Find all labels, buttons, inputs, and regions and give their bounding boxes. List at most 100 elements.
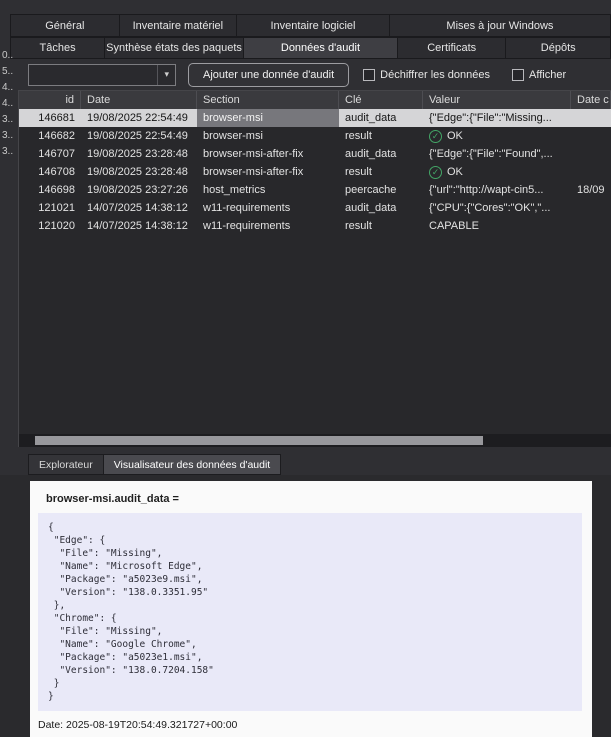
cell-date-creation: [571, 109, 611, 127]
tab-mises-a-jour-windows[interactable]: Mises à jour Windows: [390, 14, 611, 37]
grid-empty-area: [19, 235, 611, 434]
audit-filter-combobox[interactable]: ▾: [28, 64, 176, 86]
cell-date-creation: 18/09: [571, 181, 611, 199]
cell-valeur: {"url":"http://wapt-cin5...: [423, 181, 571, 199]
cell-date: 19/08/2025 23:28:48: [81, 145, 197, 163]
ok-label: OK: [447, 130, 463, 142]
tab-donnees-audit[interactable]: Données d'audit: [244, 37, 398, 59]
cell-cle: audit_data: [339, 199, 423, 217]
grid-header-row: id Date Section Clé Valeur Date c: [19, 91, 611, 109]
table-row[interactable]: 146682 19/08/2025 22:54:49 browser-msi r…: [19, 127, 611, 145]
tab-synthese-etats-paquets[interactable]: Synthèse états des paquets: [105, 37, 244, 59]
tab-depots[interactable]: Dépôts: [506, 37, 611, 59]
cell-cle: result: [339, 217, 423, 235]
viewer-content: browser-msi.audit_data = { "Edge": { "Fi…: [30, 481, 592, 737]
horizontal-scrollbar-thumb[interactable]: [35, 436, 483, 445]
bottom-tab-bar: Explorateur Visualisateur des données d'…: [0, 454, 611, 475]
checkbox-box[interactable]: [363, 69, 375, 81]
cell-cle: audit_data: [339, 145, 423, 163]
cell-cle: result: [339, 127, 423, 145]
afficher-label: Afficher: [529, 69, 566, 81]
audit-toolbar: ▾ Ajouter une donnée d'audit Déchiffrer …: [0, 59, 611, 90]
cell-id: 121021: [19, 199, 81, 217]
cell-section: w11-requirements: [197, 199, 339, 217]
left-panel-cutoff-strip: 0.. 5.. 4.. 4.. 3.. 3.. 3..: [0, 48, 17, 160]
tab-visualisateur-donnees-audit[interactable]: Visualisateur des données d'audit: [104, 454, 282, 475]
cell-section: browser-msi-after-fix: [197, 163, 339, 181]
cell-id: 146681: [19, 109, 81, 127]
cell-date: 19/08/2025 23:27:26: [81, 181, 197, 199]
cell-date: 19/08/2025 22:54:49: [81, 109, 197, 127]
cell-section: host_metrics: [197, 181, 339, 199]
decrypt-data-checkbox[interactable]: Déchiffrer les données: [363, 69, 490, 81]
cell-id: 146682: [19, 127, 81, 145]
cell-cle: peercache: [339, 181, 423, 199]
cell-date: 14/07/2025 14:38:12: [81, 217, 197, 235]
cell-valeur: {"Edge":{"File":"Found",...: [423, 145, 571, 163]
cell-section: w11-requirements: [197, 217, 339, 235]
tab-inventaire-logiciel[interactable]: Inventaire logiciel: [237, 14, 390, 37]
left-panel-cell-fragment: 3..: [0, 144, 17, 160]
cell-id: 146698: [19, 181, 81, 199]
audit-data-viewer-panel: browser-msi.audit_data = { "Edge": { "Fi…: [0, 475, 611, 737]
tab-bar-row-1: Général Inventaire matériel Inventaire l…: [0, 14, 611, 37]
ok-check-icon: ✓: [429, 130, 442, 143]
horizontal-scrollbar[interactable]: [19, 434, 611, 447]
tab-certificats[interactable]: Certificats: [398, 37, 506, 59]
table-row[interactable]: 121020 14/07/2025 14:38:12 w11-requireme…: [19, 217, 611, 235]
column-header-cle[interactable]: Clé: [339, 91, 423, 109]
window-top-spacer: [0, 0, 611, 14]
ok-label: OK: [447, 166, 463, 178]
add-audit-data-button[interactable]: Ajouter une donnée d'audit: [188, 63, 349, 87]
cell-valeur: CAPABLE: [423, 217, 571, 235]
cell-id: 146708: [19, 163, 81, 181]
table-row[interactable]: 146707 19/08/2025 23:28:48 browser-msi-a…: [19, 145, 611, 163]
table-row[interactable]: 146698 19/08/2025 23:27:26 host_metrics …: [19, 181, 611, 199]
cell-cle: audit_data: [339, 109, 423, 127]
cell-date-creation: [571, 217, 611, 235]
tab-inventaire-materiel[interactable]: Inventaire matériel: [120, 14, 237, 37]
afficher-checkbox[interactable]: Afficher: [512, 69, 566, 81]
tab-taches[interactable]: Tâches: [10, 37, 105, 59]
cell-date: 19/08/2025 22:54:49: [81, 127, 197, 145]
column-header-id[interactable]: id: [19, 91, 81, 109]
column-header-date[interactable]: Date: [81, 91, 197, 109]
tab-bar-row-2: Tâches Synthèse états des paquets Donnée…: [0, 37, 611, 59]
left-panel-cell-fragment: 3..: [0, 112, 17, 128]
decrypt-data-label: Déchiffrer les données: [380, 69, 490, 81]
chevron-down-icon: ▾: [157, 65, 175, 85]
viewer-date-line: Date: 2025-08-19T20:54:49.321727+00:00: [38, 719, 582, 731]
cell-valeur: ✓ OK: [423, 163, 571, 181]
cell-date: 19/08/2025 23:28:48: [81, 163, 197, 181]
table-row[interactable]: 146681 19/08/2025 22:54:49 browser-msi a…: [19, 109, 611, 127]
left-panel-cell-fragment: 4..: [0, 96, 17, 112]
left-panel-cell-fragment: 5..: [0, 64, 17, 80]
column-header-date-creation[interactable]: Date c: [571, 91, 611, 109]
cell-id: 146707: [19, 145, 81, 163]
ok-check-icon: ✓: [429, 166, 442, 179]
column-header-section[interactable]: Section: [197, 91, 339, 109]
cell-date-creation: [571, 145, 611, 163]
left-panel-cell-fragment: 0..: [0, 48, 17, 64]
left-panel-cell-fragment: 4..: [0, 80, 17, 96]
checkbox-box[interactable]: [512, 69, 524, 81]
cell-date-creation: [571, 163, 611, 181]
audit-data-grid: id Date Section Clé Valeur Date c 146681…: [18, 90, 611, 447]
table-row[interactable]: 146708 19/08/2025 23:28:48 browser-msi-a…: [19, 163, 611, 181]
cell-section: browser-msi-after-fix: [197, 145, 339, 163]
cell-valeur: ✓ OK: [423, 127, 571, 145]
column-header-valeur[interactable]: Valeur: [423, 91, 571, 109]
table-row[interactable]: 121021 14/07/2025 14:38:12 w11-requireme…: [19, 199, 611, 217]
cell-valeur: {"Edge":{"File":"Missing...: [423, 109, 571, 127]
wapt-console-window: Général Inventaire matériel Inventaire l…: [0, 0, 611, 736]
cell-date-creation: [571, 127, 611, 145]
viewer-title: browser-msi.audit_data =: [46, 493, 582, 507]
cell-date: 14/07/2025 14:38:12: [81, 199, 197, 217]
cell-section: browser-msi: [197, 127, 339, 145]
tab-general[interactable]: Général: [10, 14, 120, 37]
cell-cle: result: [339, 163, 423, 181]
cell-section: browser-msi: [197, 109, 339, 127]
left-panel-cell-fragment: 3..: [0, 128, 17, 144]
tab-explorateur[interactable]: Explorateur: [28, 454, 104, 475]
cell-id: 121020: [19, 217, 81, 235]
